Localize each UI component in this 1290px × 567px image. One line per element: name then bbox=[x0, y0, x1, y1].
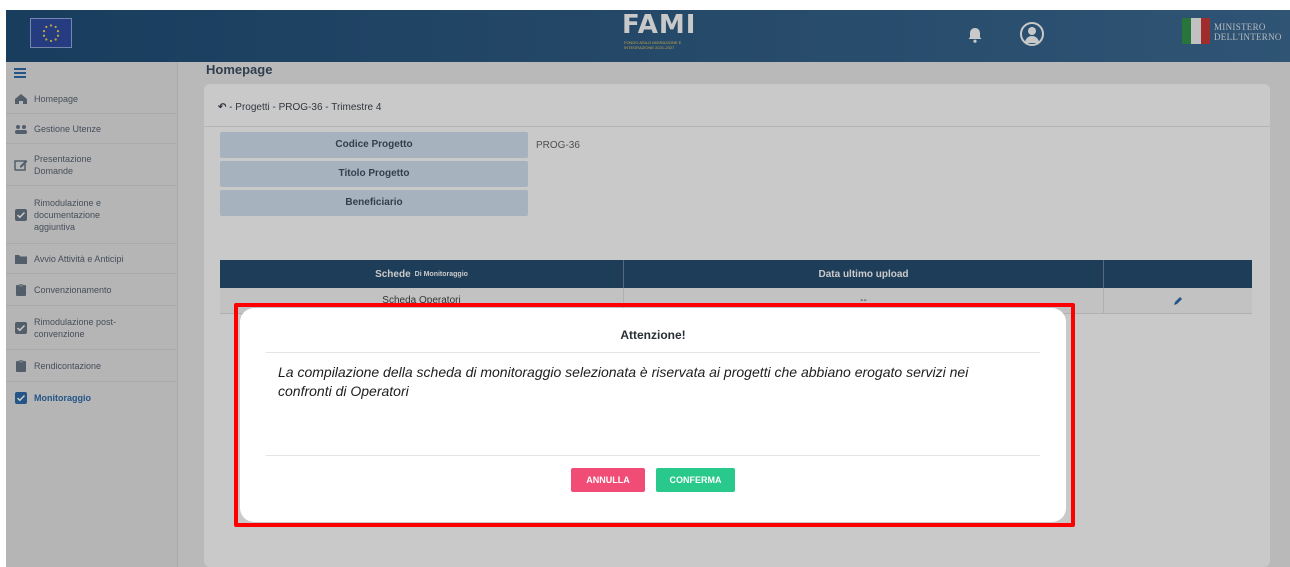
conferma-button[interactable]: CONFERMA bbox=[656, 468, 735, 492]
modal-title: Attenzione! bbox=[620, 328, 686, 342]
annulla-button[interactable]: ANNULLA bbox=[571, 468, 645, 492]
modal-message: La compilazione della scheda di monitora… bbox=[278, 364, 969, 399]
divider bbox=[266, 352, 1040, 353]
divider bbox=[266, 455, 1040, 456]
attention-modal: Attenzione! La compilazione della scheda… bbox=[240, 308, 1066, 522]
